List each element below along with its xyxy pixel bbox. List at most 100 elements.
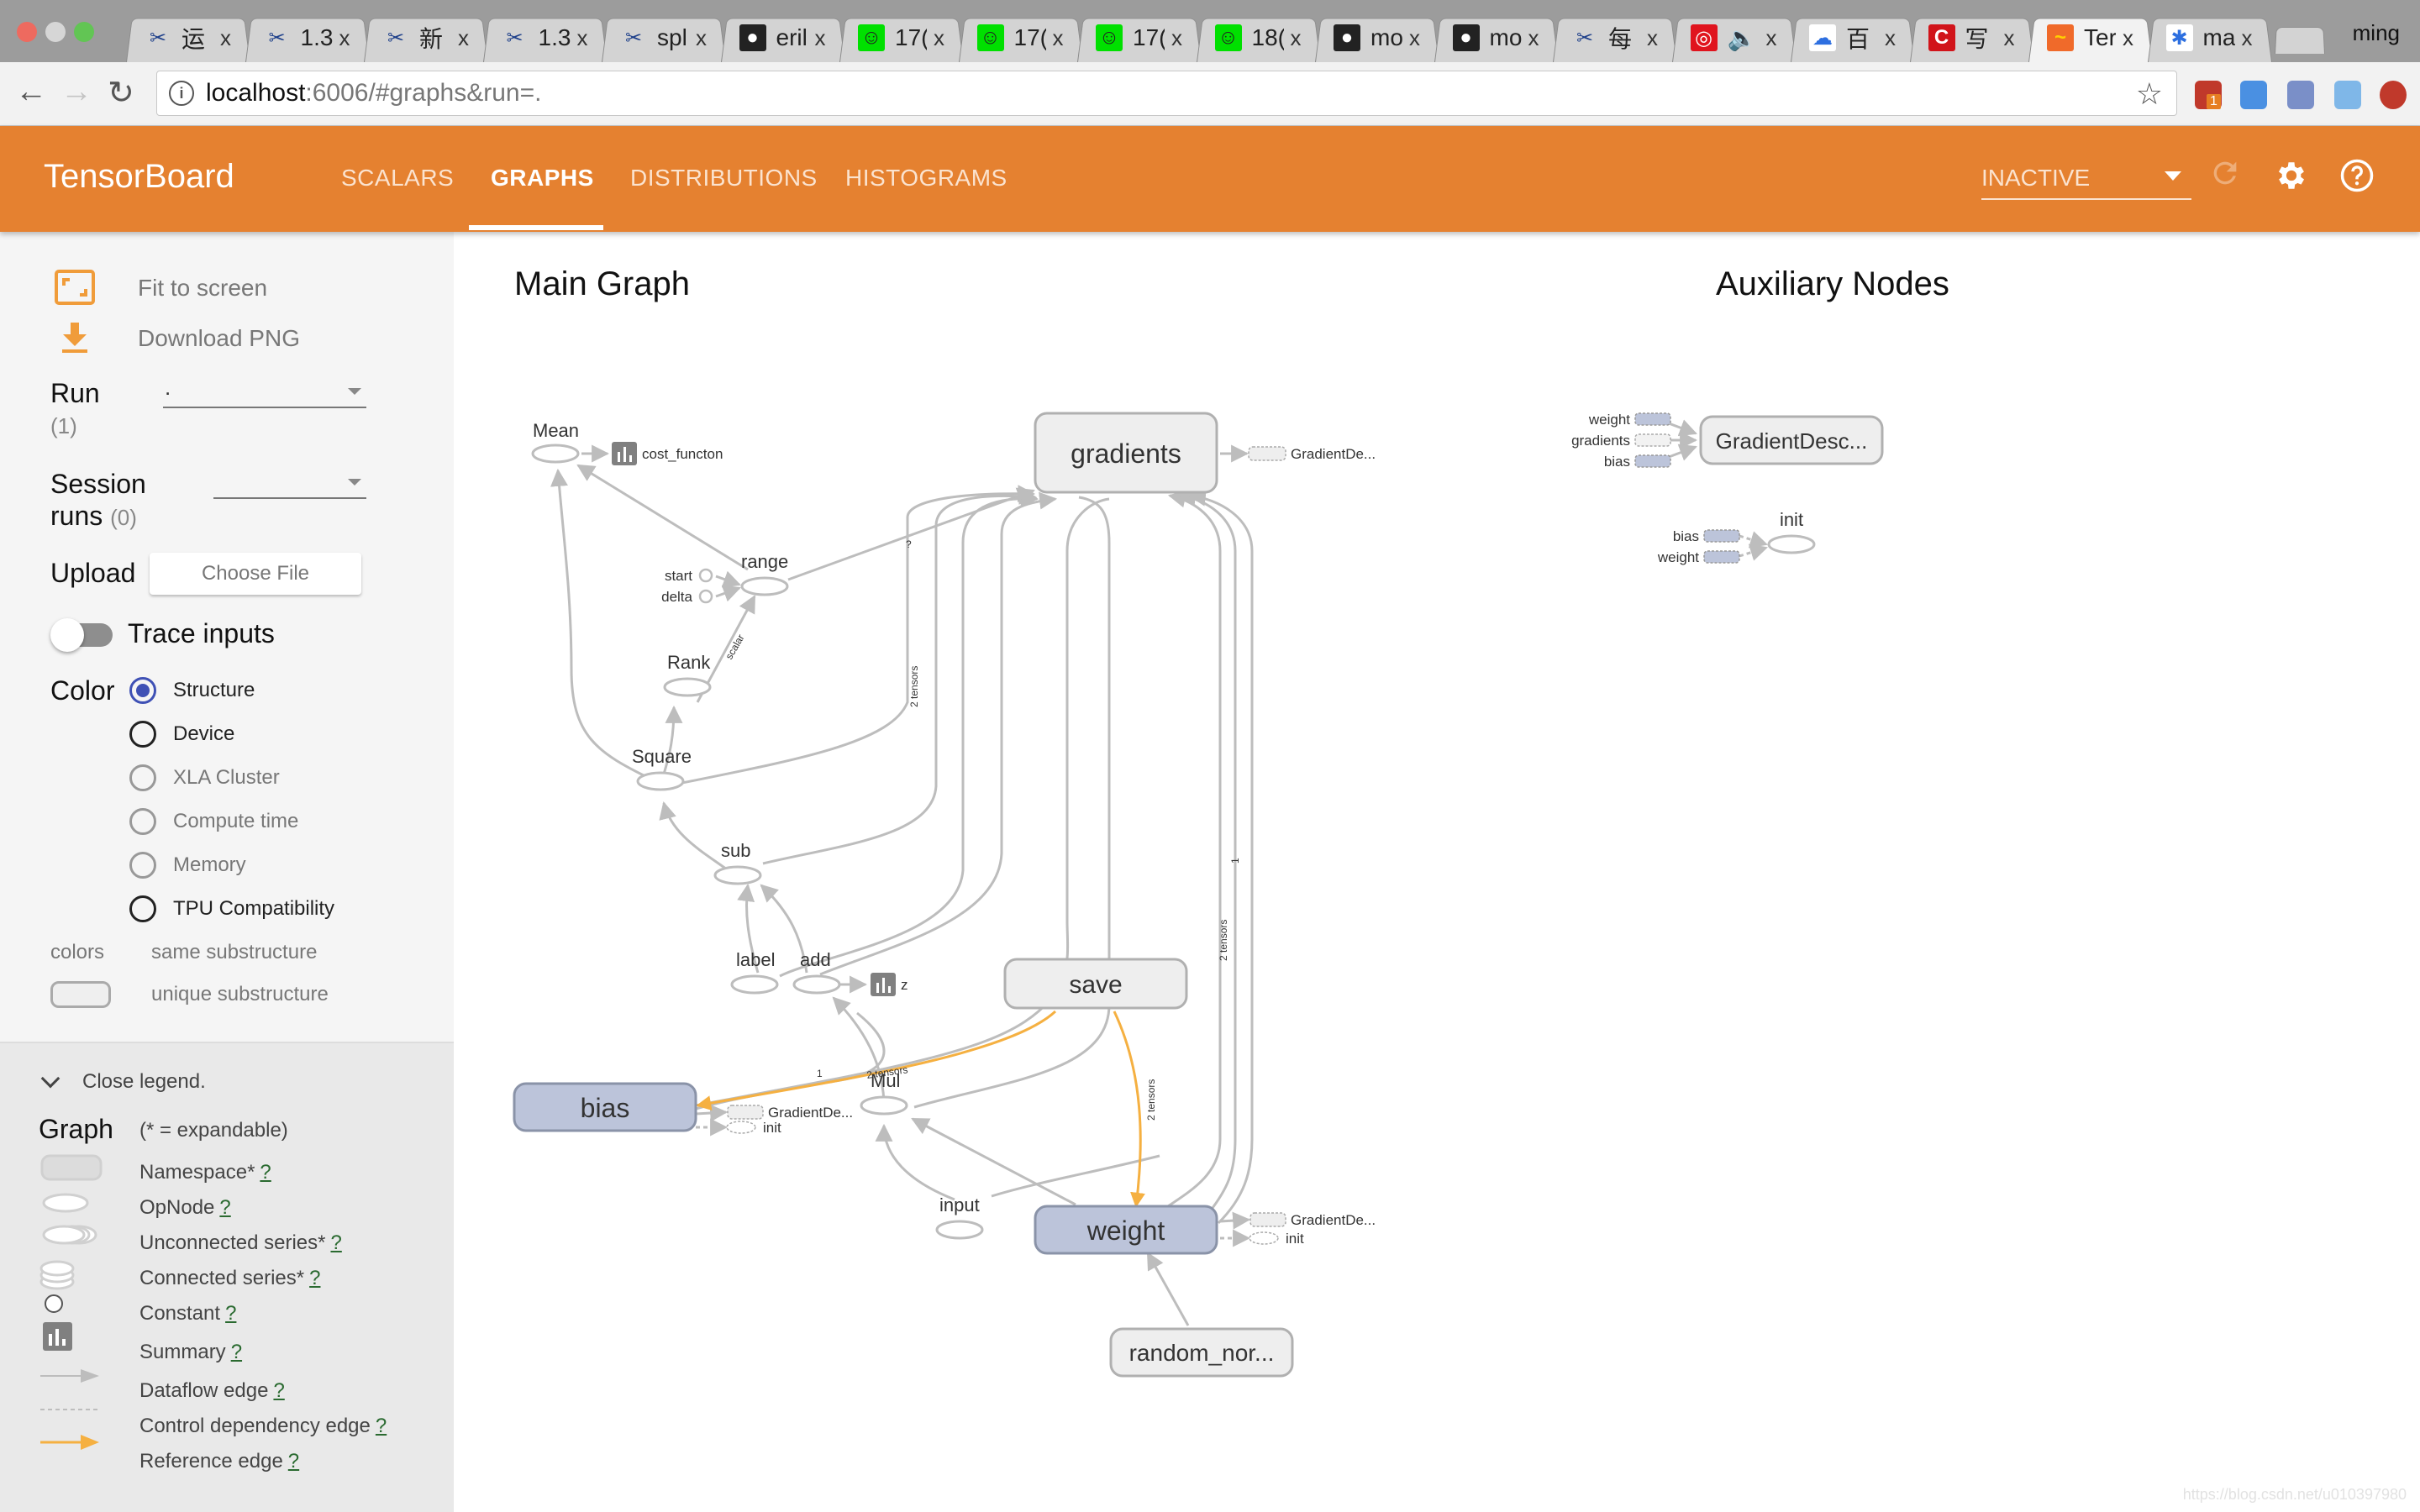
tab-distributions[interactable]: DISTRIBUTIONS <box>630 165 818 192</box>
node-add[interactable]: add <box>792 949 841 995</box>
close-tab-icon[interactable]: x <box>339 25 350 51</box>
refresh-icon[interactable] <box>2208 156 2242 190</box>
back-arrow-icon[interactable]: ← <box>15 74 47 110</box>
browser-tab[interactable]: ● eril x <box>721 13 840 62</box>
window-close-button[interactable] <box>17 22 37 42</box>
browser-tab[interactable]: ✂ 1.3 x <box>483 13 602 62</box>
close-tab-icon[interactable]: x <box>458 25 469 51</box>
radio-button[interactable] <box>129 721 156 748</box>
forward-arrow-icon[interactable]: → <box>60 74 92 110</box>
close-tab-icon[interactable]: x <box>1409 25 1420 51</box>
node-delta[interactable]: delta <box>661 589 713 605</box>
legend-help-link[interactable]: ? <box>273 1379 284 1402</box>
node-bias-gd-stub[interactable]: GradientDe... <box>727 1105 853 1121</box>
close-tab-icon[interactable]: x <box>696 25 707 51</box>
legend-help-link[interactable]: ? <box>309 1267 320 1289</box>
legend-help-link[interactable]: ? <box>288 1450 299 1473</box>
radio-button[interactable] <box>129 677 156 704</box>
fit-to-screen-button[interactable]: Fit to screen <box>54 269 267 307</box>
reload-status-select[interactable]: INACTIVE <box>1981 158 2191 200</box>
tab-histograms[interactable]: HISTOGRAMS <box>845 165 1007 192</box>
close-tab-icon[interactable]: x <box>1171 25 1182 51</box>
close-tab-icon[interactable]: x <box>220 25 231 51</box>
browser-tab[interactable]: ✂ 每 x <box>1553 13 1672 62</box>
legend-help-link[interactable]: ? <box>225 1302 236 1325</box>
help-icon[interactable] <box>2339 158 2375 193</box>
node-weight-gd-stub[interactable]: GradientDe... <box>1249 1212 1376 1228</box>
extension-icon[interactable] <box>2334 81 2361 109</box>
download-png-button[interactable]: Download PNG <box>54 319 300 358</box>
color-option-tpu-compatibility[interactable]: TPU Compatibility <box>129 895 334 922</box>
legend-help-link[interactable]: ? <box>219 1196 230 1219</box>
tab-scalars[interactable]: SCALARS <box>341 165 454 192</box>
node-input[interactable]: input <box>935 1194 984 1240</box>
browser-tab[interactable]: ✂ 新 x <box>364 13 483 62</box>
extension-icon[interactable]: 1 <box>2195 81 2222 109</box>
node-square[interactable]: Square <box>632 746 692 791</box>
legend-help-link[interactable]: ? <box>376 1415 387 1437</box>
close-tab-icon[interactable]: x <box>1647 25 1658 51</box>
address-bar[interactable]: i localhost:6006/#graphs&run=. ☆ <box>156 71 2177 116</box>
close-tab-icon[interactable]: x <box>934 25 944 51</box>
browser-tab[interactable]: ◎ 🔈 x <box>1672 13 1791 62</box>
bookmark-star-icon[interactable]: ☆ <box>2136 76 2163 112</box>
node-gradients-gd-stub[interactable]: GradientDe... <box>1248 446 1376 462</box>
close-tab-icon[interactable]: x <box>2123 25 2133 51</box>
aux-gradient-descent-group[interactable]: weight gradients bias GradientDesc... <box>1571 412 1884 470</box>
node-rank[interactable]: Rank <box>663 652 712 697</box>
node-z[interactable]: z <box>871 973 908 996</box>
aux-init-group[interactable]: bias weight init <box>1657 509 1816 565</box>
close-tab-icon[interactable]: x <box>815 25 826 51</box>
profile-name[interactable]: ming <box>2353 20 2400 46</box>
browser-tab[interactable]: ☁ 百 x <box>1791 13 1910 62</box>
browser-tab[interactable]: ✂ 1.3 x <box>245 13 365 62</box>
browser-tab[interactable]: ✂ 运 x <box>126 13 245 62</box>
browser-tab[interactable]: C写x <box>1910 13 2029 62</box>
browser-tab[interactable]: ● mo x <box>1315 13 1434 62</box>
close-legend-button[interactable]: Close legend. <box>40 1068 206 1094</box>
window-minimize-button[interactable] <box>45 22 66 42</box>
node-bias-init-stub[interactable]: init <box>726 1120 781 1136</box>
node-bias[interactable]: bias <box>513 1082 697 1132</box>
node-weight-init-stub[interactable]: init <box>1249 1231 1304 1247</box>
close-tab-icon[interactable]: x <box>1766 25 1777 51</box>
close-tab-icon[interactable]: x <box>1291 25 1302 51</box>
close-tab-icon[interactable]: x <box>1528 25 1539 51</box>
extension-icon[interactable] <box>2240 81 2267 109</box>
close-tab-icon[interactable]: x <box>2004 25 2015 51</box>
extension-icon[interactable] <box>2380 81 2407 109</box>
node-sub[interactable]: sub <box>713 840 762 885</box>
browser-tab[interactable]: ✱ ma x <box>2148 13 2267 62</box>
node-weight[interactable]: weight <box>1034 1205 1218 1255</box>
close-tab-icon[interactable]: x <box>577 25 588 51</box>
browser-tab[interactable]: ● mo x <box>1434 13 1554 62</box>
browser-tab[interactable]: ✂ spl x <box>602 13 721 62</box>
legend-help-link[interactable]: ? <box>330 1231 341 1254</box>
browser-tab[interactable]: ☺ 17(x <box>839 13 959 62</box>
color-option-structure[interactable]: Structure <box>129 677 255 704</box>
node-save[interactable]: save <box>1003 958 1188 1010</box>
node-random-normal[interactable]: random_nor... <box>1109 1327 1294 1378</box>
browser-tab-active[interactable]: ~ Ter x <box>2028 13 2148 62</box>
radio-button[interactable] <box>129 895 156 922</box>
graph-canvas[interactable]: Main Graph Auxiliary Nodes scalar 2 tens… <box>454 232 2420 1512</box>
extension-icon[interactable] <box>2287 81 2314 109</box>
node-cost-function[interactable]: cost_functon <box>612 442 723 465</box>
choose-file-button[interactable]: Choose File <box>150 553 361 595</box>
new-tab-button[interactable] <box>2275 27 2325 54</box>
node-mean[interactable]: Mean <box>531 420 580 464</box>
legend-help-link[interactable]: ? <box>231 1341 242 1363</box>
trace-inputs-toggle-knob[interactable] <box>50 618 84 652</box>
close-tab-icon[interactable]: x <box>2242 25 2253 51</box>
window-zoom-button[interactable] <box>74 22 94 42</box>
browser-tab[interactable]: ☺ 17(x <box>1077 13 1197 62</box>
node-gradients[interactable]: gradients <box>1034 412 1218 494</box>
reload-icon[interactable]: ↻ <box>108 74 134 112</box>
close-tab-icon[interactable]: x <box>1053 25 1064 51</box>
tab-graphs[interactable]: GRAPHS <box>491 165 594 192</box>
color-option-device[interactable]: Device <box>129 721 234 748</box>
legend-help-link[interactable]: ? <box>260 1161 271 1184</box>
graph-svg[interactable]: scalar 2 tensors 2 tensors 2 tensors 2 t… <box>454 232 2420 1512</box>
browser-tab[interactable]: ☺ 18(x <box>1197 13 1316 62</box>
node-start[interactable]: start <box>665 568 713 584</box>
